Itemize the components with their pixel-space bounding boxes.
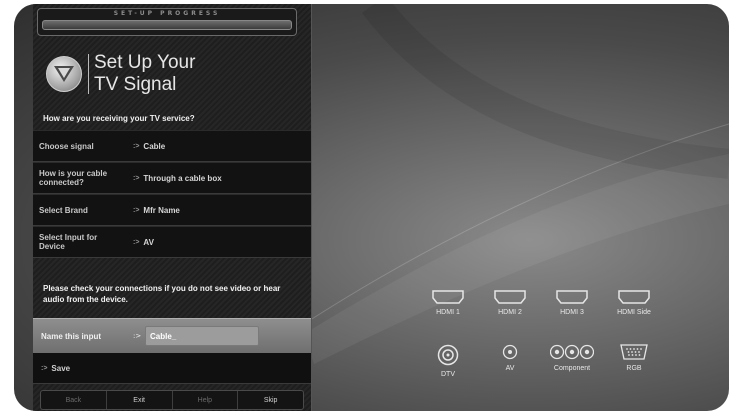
row-label: Choose signal	[39, 141, 94, 151]
progress-bar	[42, 20, 292, 30]
row-label: Select Input for Device	[39, 233, 98, 251]
row-select-brand[interactable]: Select Brand :> Mfr Name	[33, 194, 311, 226]
save-row[interactable]: :> Save	[33, 353, 311, 384]
rca-icon	[502, 344, 518, 360]
chevron-right-icon: :>	[133, 142, 140, 150]
chevron-right-icon: :>	[133, 206, 140, 214]
page-title: Set Up Your TV Signal	[94, 52, 195, 96]
input-name-field[interactable]	[145, 326, 259, 346]
setup-progress: SET-UP PROGRESS	[37, 8, 297, 36]
input-label: AV	[505, 365, 515, 372]
title-line-1: Set Up Your	[94, 52, 196, 73]
input-label: HDMI 2	[498, 309, 522, 316]
setup-options-list: Choose signal :> Cable How is your cable …	[33, 130, 311, 258]
row-cable-connection[interactable]: How is your cable connected? :> Through a…	[33, 162, 311, 194]
input-component: Component	[542, 344, 602, 372]
input-hdmi-1: HDMI 1	[418, 290, 478, 316]
row-value: Through a cable box	[143, 173, 222, 183]
setup-question: How are you receiving your TV service?	[43, 114, 195, 123]
row-value: Cable	[143, 141, 166, 151]
row-value: AV	[143, 237, 154, 247]
row-select-input[interactable]: Select Input for Device :> AV	[33, 226, 311, 258]
skip-button[interactable]: Skip	[238, 391, 303, 409]
nav-button-bar: Back Exit Help Skip	[40, 390, 304, 410]
name-input-label: Name this input	[41, 331, 102, 341]
chevron-right-icon: :>	[133, 332, 142, 340]
row-choose-signal[interactable]: Choose signal :> Cable	[33, 130, 311, 162]
tv-screen: SET-UP PROGRESS Set Up Your TV Signal Ho…	[14, 4, 729, 411]
chevron-right-icon: :>	[133, 174, 140, 182]
row-label: Select Brand	[39, 205, 88, 215]
hdmi-icon	[432, 290, 464, 304]
back-button[interactable]: Back	[41, 391, 107, 409]
input-label: HDMI 3	[560, 309, 584, 316]
row-label: How is your cable connected?	[39, 169, 108, 187]
input-dtv: DTV	[418, 344, 478, 378]
input-sources: HDMI 1 HDMI 2 HDMI 3 HDMI Side DTV AV Co…	[418, 290, 678, 390]
vizio-v-logo-icon	[46, 56, 82, 92]
coax-icon	[437, 344, 459, 366]
hdmi-icon	[494, 290, 526, 304]
input-label: HDMI Side	[617, 309, 651, 316]
save-label: Save	[51, 363, 71, 373]
name-input-row[interactable]: Name this input :>	[33, 318, 311, 354]
chevron-right-icon: :>	[41, 364, 48, 372]
connection-notice: Please check your connections if you do …	[43, 284, 281, 304]
title-divider	[88, 54, 89, 94]
hdmi-icon	[618, 290, 650, 304]
input-rgb: RGB	[604, 344, 664, 372]
title-line-2: TV Signal	[94, 74, 177, 95]
input-av: AV	[480, 344, 540, 372]
input-label: DTV	[441, 371, 455, 378]
hdmi-icon	[556, 290, 588, 304]
input-hdmi-side: HDMI Side	[604, 290, 664, 316]
input-hdmi-2: HDMI 2	[480, 290, 540, 316]
input-label: HDMI 1	[436, 309, 460, 316]
setup-panel: SET-UP PROGRESS Set Up Your TV Signal Ho…	[33, 4, 312, 411]
input-label: RGB	[626, 365, 642, 372]
vga-icon	[620, 344, 648, 360]
row-value: Mfr Name	[143, 205, 180, 215]
progress-label: SET-UP PROGRESS	[113, 10, 221, 17]
help-button[interactable]: Help	[173, 391, 239, 409]
input-hdmi-3: HDMI 3	[542, 290, 602, 316]
input-label: Component	[553, 365, 591, 372]
component-icon	[550, 344, 594, 360]
exit-button[interactable]: Exit	[107, 391, 173, 409]
chevron-right-icon: :>	[133, 238, 140, 246]
